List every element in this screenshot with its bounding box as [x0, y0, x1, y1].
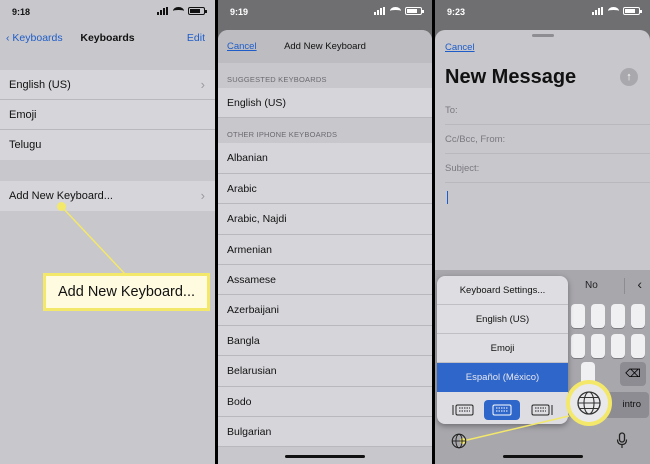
suggested-list: English (US) [218, 88, 432, 119]
annotation-callout: Add New Keyboard... [43, 273, 210, 311]
keyboard: No ‹ ⌫ intro Keyboard Settings... Englis… [435, 270, 650, 464]
add-new-keyboard-screen: 9:19 Cancel Add New Keyboard SUGGESTED K… [218, 0, 432, 464]
keyboards-settings-screen: 9:18 ‹ Keyboards Keyboards Edit English … [0, 0, 215, 464]
globe-icon [451, 433, 467, 449]
status-bar: 9:23 [435, 0, 650, 22]
wifi-icon [390, 7, 401, 15]
list-item[interactable]: Arabic, Najdi [218, 204, 432, 235]
sheet-title: Add New Keyboard [284, 41, 366, 52]
list-item[interactable]: Bodo [218, 387, 432, 417]
other-keyboards-list: Albanian Arabic Arabic, Najdi Armenian A… [218, 143, 432, 448]
list-item[interactable]: Assamese [218, 265, 432, 296]
new-message-screen: 9:23 Cancel New Message ↑ To: Cc/Bcc, Fr… [435, 0, 650, 464]
list-item[interactable]: Bangla [218, 326, 432, 357]
section-header: SUGGESTED KEYBOARDS [227, 75, 327, 84]
section-header: OTHER IPHONE KEYBOARDS [227, 130, 338, 140]
subject-field[interactable]: Subject: [445, 154, 650, 183]
status-time: 9:19 [230, 7, 249, 17]
send-button[interactable]: ↑ [620, 68, 638, 86]
modal-sheet: Cancel Add New Keyboard SUGGESTED KEYBOA… [218, 30, 432, 464]
tap-indicator [57, 202, 66, 211]
globe-key[interactable] [451, 433, 467, 454]
list-item[interactable]: Arabic [218, 174, 432, 205]
home-indicator [285, 455, 365, 458]
status-bar: 9:19 [218, 0, 432, 22]
cc-bcc-from-field[interactable]: Cc/Bcc, From: [445, 125, 650, 154]
globe-key-highlight[interactable] [566, 380, 612, 426]
wifi-icon [608, 7, 619, 15]
list-item[interactable]: Armenian [218, 235, 432, 265]
battery-icon [405, 7, 424, 15]
text-cursor [447, 191, 448, 204]
globe-icon [577, 391, 601, 415]
signal-icon [592, 7, 604, 15]
callout-leader-line [60, 205, 126, 275]
microphone-icon [616, 432, 628, 448]
cancel-button[interactable]: Cancel [445, 42, 475, 53]
home-indicator [502, 455, 583, 458]
dictation-button[interactable] [616, 432, 628, 454]
list-item[interactable]: Belarusian [218, 356, 432, 387]
list-item[interactable]: Albanian [218, 143, 432, 174]
sheet-header: Cancel Add New Keyboard [218, 30, 432, 63]
signal-icon [374, 7, 386, 15]
battery-icon [623, 7, 642, 15]
list-item[interactable]: Azerbaijani [218, 295, 432, 326]
page-title: New Message [445, 66, 577, 88]
to-field[interactable]: To: [445, 96, 650, 125]
sheet-grabber[interactable] [531, 34, 554, 37]
list-item[interactable]: English (US) [218, 88, 432, 119]
list-item[interactable]: Bulgarian [218, 417, 432, 448]
arrow-up-icon: ↑ [626, 71, 632, 83]
status-time: 9:23 [447, 7, 466, 17]
